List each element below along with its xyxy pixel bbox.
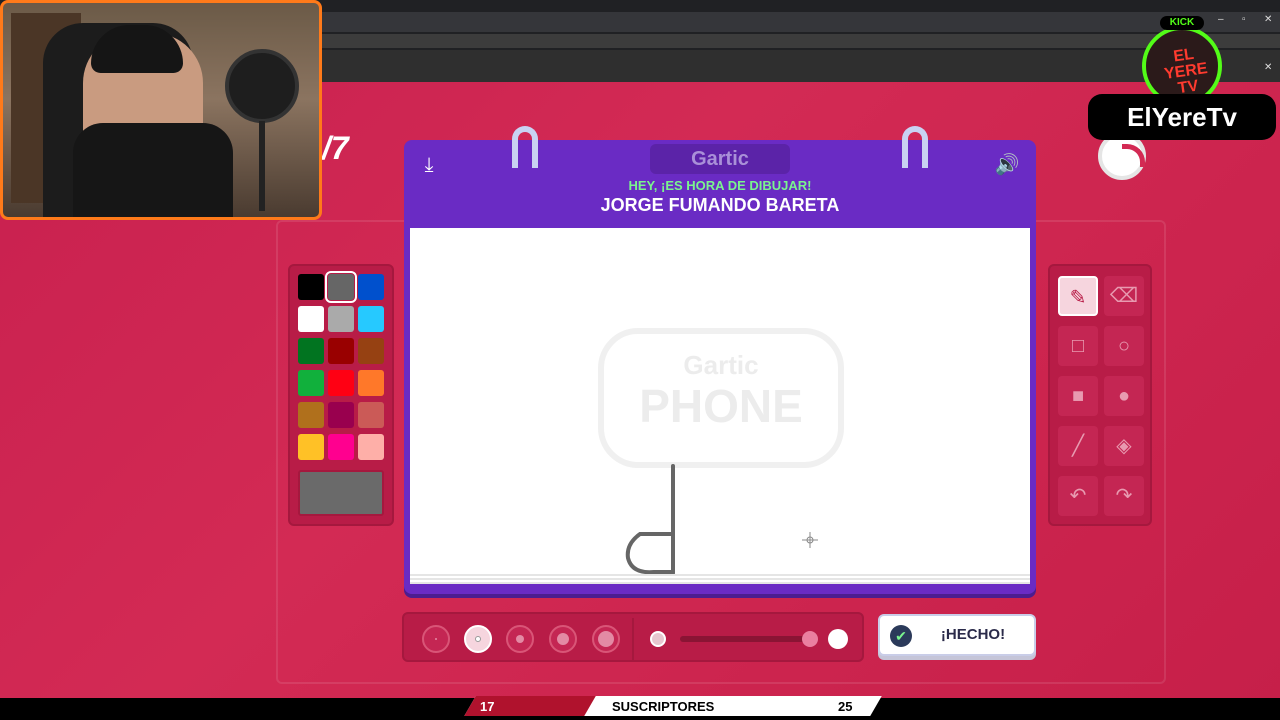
browser-bookmarks-bar — [322, 50, 1280, 82]
brush-size-3[interactable] — [506, 625, 534, 653]
canvas-page-edge — [410, 574, 1030, 584]
color-palette — [288, 264, 394, 526]
opacity-max-icon[interactable] — [828, 629, 848, 649]
color-swatch[interactable] — [328, 306, 354, 332]
frame-ring-left — [512, 126, 538, 168]
browser-address-row — [322, 34, 1280, 48]
brush-size-1[interactable] — [422, 625, 450, 653]
brush-size-5[interactable] — [592, 625, 620, 653]
square-filled-tool-icon[interactable]: ■ — [1058, 376, 1098, 416]
color-swatch[interactable] — [298, 370, 324, 396]
color-swatch[interactable] — [328, 434, 354, 460]
drawing-canvas[interactable]: Gartic PHONE — [410, 228, 1030, 584]
circle-outline-tool-icon[interactable]: ○ — [1104, 326, 1144, 366]
webcam-overlay — [0, 0, 322, 220]
undo-icon[interactable]: ↶ — [1058, 476, 1098, 516]
subscriber-goal: 25 — [838, 699, 853, 714]
color-swatch[interactable] — [358, 274, 384, 300]
color-swatch[interactable] — [298, 402, 324, 428]
tool-panel: ✎ ⌫ □ ○ ■ ● ╱ ◈ ↶ ↷ — [1048, 264, 1152, 526]
done-button-label: ¡HECHO! — [940, 626, 1006, 643]
fill-bucket-tool-icon[interactable]: ◈ — [1104, 426, 1144, 466]
maximize-icon[interactable]: ▫ — [1242, 14, 1246, 25]
subscriber-current: 17 — [480, 699, 495, 714]
sound-icon[interactable]: 🔊 — [992, 150, 1022, 180]
opacity-min-icon[interactable] — [650, 631, 666, 647]
brush-size-2[interactable] — [464, 625, 492, 653]
circle-filled-tool-icon[interactable]: ● — [1104, 376, 1144, 416]
webcam-fan — [225, 49, 299, 123]
prompt-title: JORGE FUMANDO BARETA — [600, 195, 840, 215]
streamer-name: ElYereTv — [1088, 94, 1276, 140]
brush-size-bar — [402, 612, 864, 662]
color-swatch[interactable] — [298, 274, 324, 300]
square-outline-tool-icon[interactable]: □ — [1058, 326, 1098, 366]
eraser-tool-icon[interactable]: ⌫ — [1104, 276, 1144, 316]
minimize-icon[interactable]: – — [1218, 14, 1224, 25]
stroke-curve — [625, 532, 675, 575]
close-icon[interactable]: ✕ — [1264, 62, 1272, 73]
webcam-fan-stand — [259, 121, 265, 211]
webcam-shirt — [73, 123, 233, 217]
round-counter: /7 — [322, 130, 349, 166]
drawing-frame: Gartic ⤓ 🔊 HEY, ¡ES HORA DE DIBUJAR! JOR… — [404, 126, 1036, 594]
color-swatch[interactable] — [298, 338, 324, 364]
color-swatch[interactable] — [298, 434, 324, 460]
frame-subtitle: HEY, ¡ES HORA DE DIBUJAR! — [628, 178, 812, 193]
current-color-preview — [298, 470, 384, 516]
done-button[interactable]: ✔ ¡HECHO! — [878, 614, 1036, 656]
close-icon[interactable]: ✕ — [1264, 14, 1272, 25]
bar-divider — [632, 618, 634, 660]
line-tool-icon[interactable]: ╱ — [1058, 426, 1098, 466]
gartic-logo: Gartic — [650, 144, 790, 174]
streamer-logo-text: EL YERE TV — [1163, 45, 1209, 98]
color-swatch[interactable] — [325, 271, 357, 303]
color-swatch[interactable] — [358, 306, 384, 332]
color-swatch[interactable] — [298, 306, 324, 332]
checkmark-icon: ✔ — [890, 625, 912, 647]
pencil-tool-icon[interactable]: ✎ — [1058, 276, 1098, 316]
kick-platform-tag: KICK — [1160, 16, 1204, 30]
frame-ring-right — [902, 126, 928, 168]
brush-size-4[interactable] — [549, 625, 577, 653]
color-swatch[interactable] — [328, 338, 354, 364]
color-swatch[interactable] — [358, 402, 384, 428]
color-swatch[interactable] — [358, 434, 384, 460]
color-swatch[interactable] — [358, 338, 384, 364]
color-swatch[interactable] — [328, 370, 354, 396]
subscriber-label: SUSCRIPTORES — [612, 699, 715, 714]
redo-icon[interactable]: ↷ — [1104, 476, 1144, 516]
download-icon[interactable]: ⤓ — [414, 150, 444, 180]
opacity-slider[interactable] — [680, 636, 810, 642]
drawing-strokes — [625, 464, 818, 575]
color-swatch[interactable] — [328, 402, 354, 428]
crosshair-cursor-icon — [802, 532, 818, 548]
browser-tab-bar — [322, 12, 1280, 32]
opacity-slider-thumb[interactable] — [802, 631, 818, 647]
color-swatch[interactable] — [358, 370, 384, 396]
